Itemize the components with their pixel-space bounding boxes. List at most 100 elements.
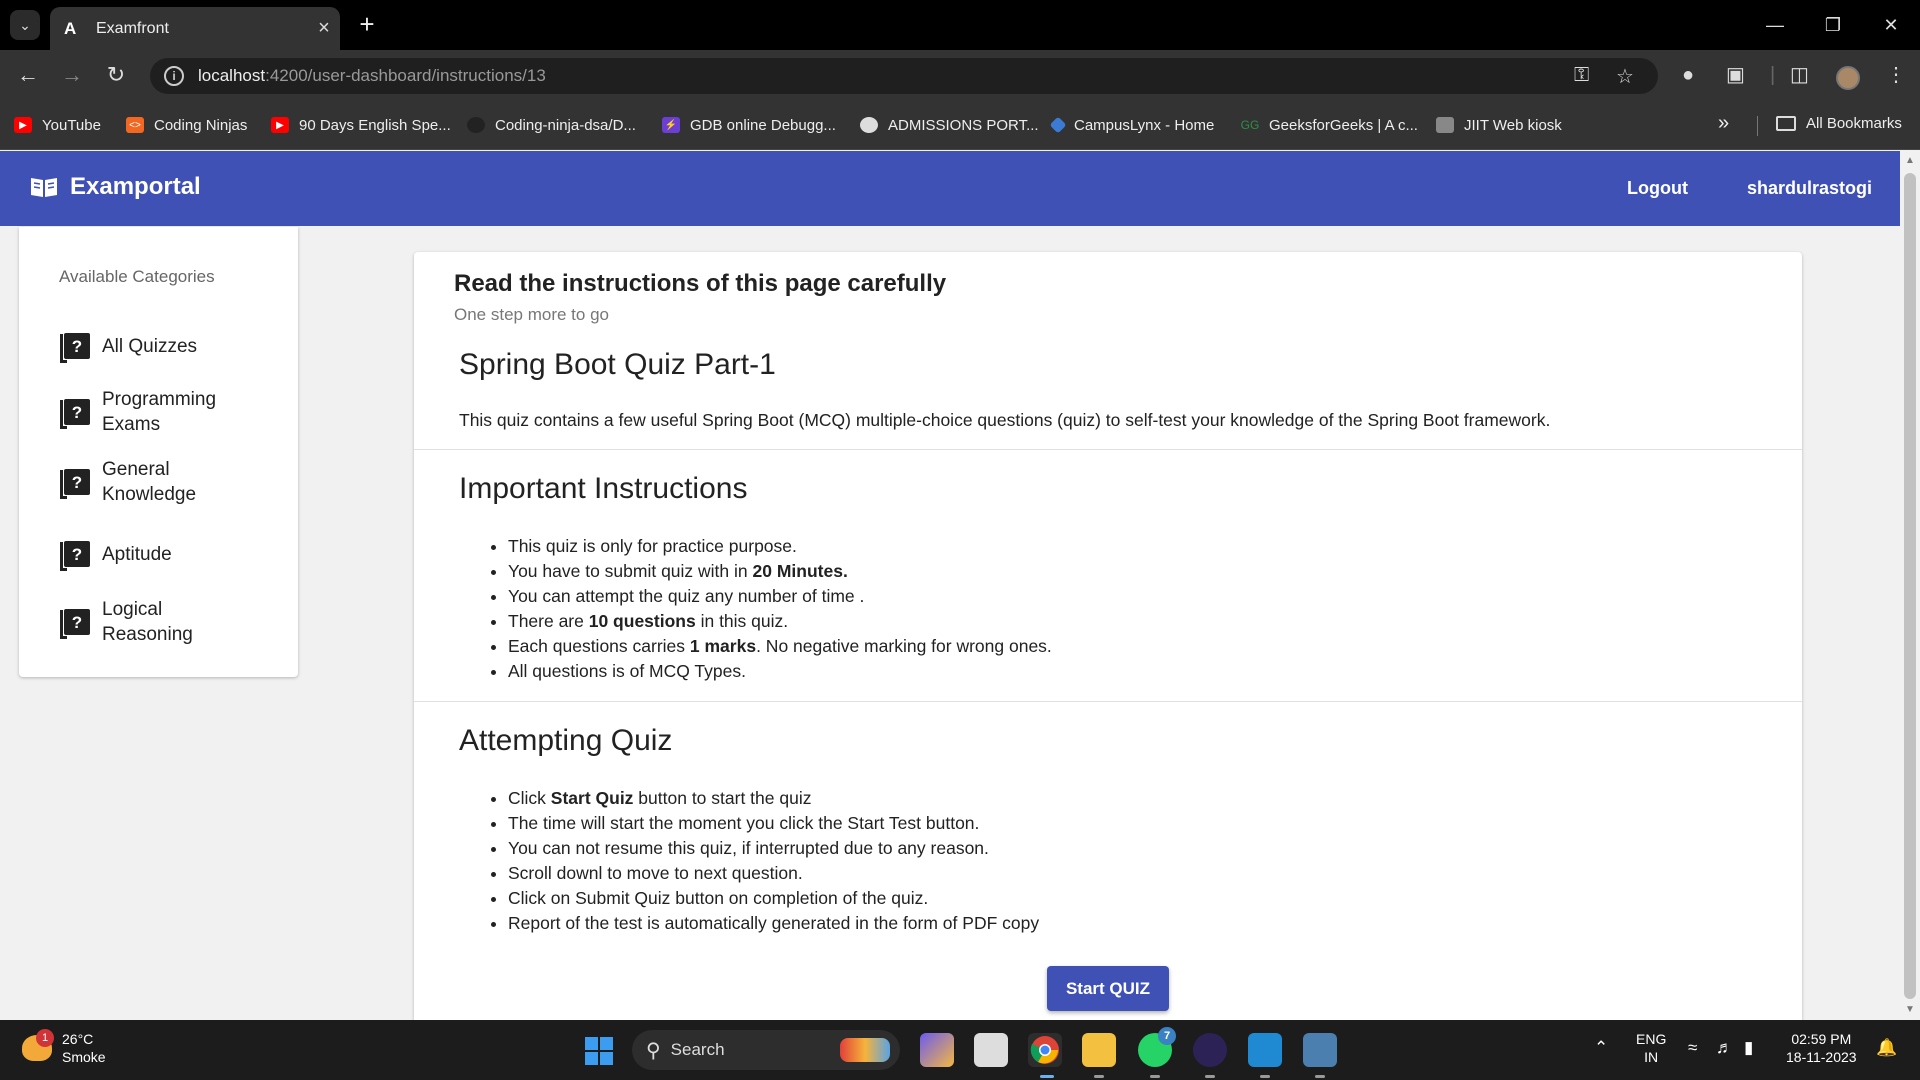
language-indicator[interactable]: ENG IN [1636, 1030, 1666, 1066]
more-bookmarks-icon[interactable]: » [1718, 112, 1729, 135]
profile-avatar[interactable] [1836, 66, 1860, 90]
copilot-icon[interactable] [920, 1033, 954, 1067]
sidebar-item-programming-exams[interactable]: ? Programming Exams [60, 387, 232, 437]
site-info-icon[interactable]: i [164, 66, 184, 86]
campuslynx-icon [1049, 116, 1067, 134]
scroll-thumb[interactable] [1904, 173, 1916, 999]
instruction-text: You can not resume this quiz, if interru… [508, 838, 989, 858]
quiz-icon: ? [60, 609, 90, 639]
bookmark-youtube[interactable]: ▶ YouTube [14, 115, 101, 135]
app-navbar: Examportal Logout shardulrastogi [0, 151, 1900, 226]
bookmark-label: GeeksforGeeks | A c... [1269, 116, 1418, 134]
open-book-icon [31, 178, 57, 197]
instructions-card: Read the instructions of this page caref… [414, 252, 1802, 1020]
divider [414, 449, 1802, 450]
sidebar-item-logical-reasoning[interactable]: ? Logical Reasoning [60, 597, 232, 647]
bookmark-english[interactable]: ▶ 90 Days English Spe... [271, 115, 451, 135]
window-controls: — ❐ ✕ [1746, 0, 1920, 50]
scroll-down-icon[interactable]: ▼ [1905, 1004, 1915, 1015]
quiz-icon: ? [60, 399, 90, 429]
wifi-icon[interactable]: ≈ [1688, 1038, 1697, 1058]
card-title: Read the instructions of this page caref… [454, 270, 947, 297]
app-indicator [1094, 1075, 1104, 1078]
weather-sun-icon: 1 [22, 1029, 54, 1061]
show-hidden-icons-chevron-icon[interactable]: ⌃ [1594, 1038, 1608, 1058]
start-quiz-button[interactable]: Start QUIZ [1047, 966, 1169, 1011]
task-view-icon[interactable] [974, 1033, 1008, 1067]
brand[interactable]: Examportal [30, 173, 201, 201]
bookmark-github[interactable]: Coding-ninja-dsa/D... [467, 115, 636, 135]
bookmark-admissions[interactable]: ADMISSIONS PORT... [860, 115, 1039, 135]
bookmark-label: GDB online Debugg... [690, 116, 836, 134]
scroll-up-icon[interactable]: ▲ [1905, 155, 1915, 166]
bookmark-label: YouTube [42, 116, 101, 134]
notifications-bell-icon[interactable]: 🔔 [1876, 1038, 1897, 1058]
sidebar-item-general-knowledge[interactable]: ? General Knowledge [60, 457, 232, 507]
chrome-icon[interactable] [1028, 1033, 1062, 1067]
weather-widget[interactable]: 1 26°C Smoke [22, 1029, 106, 1066]
app-indicator [1315, 1075, 1325, 1078]
bookmark-label: Coding-ninja-dsa/D... [495, 116, 636, 134]
bookmark-campuslynx[interactable]: CampusLynx - Home [1049, 115, 1214, 135]
close-window-icon[interactable]: ✕ [1862, 0, 1920, 50]
tab-search-button[interactable]: ⌄ [10, 10, 40, 40]
new-tab-button[interactable]: + [352, 9, 382, 39]
address-bar[interactable]: i localhost:4200/user-dashboard/instruct… [150, 58, 1658, 94]
app-indicator [1260, 1075, 1270, 1078]
forward-arrow-icon[interactable]: → [56, 59, 88, 91]
tab-close-icon[interactable]: × [308, 17, 340, 40]
taskbar-search[interactable]: ⚲ Search [632, 1030, 900, 1070]
bookmark-geeksforgeeks[interactable]: GG GeeksforGeeks | A c... [1241, 115, 1418, 135]
instruction-item: You can not resume this quiz, if interru… [508, 836, 1039, 861]
restore-icon[interactable]: ❐ [1804, 0, 1862, 50]
bookmark-label: Coding Ninjas [154, 116, 248, 134]
password-key-icon[interactable]: ⚿ [1574, 64, 1589, 87]
youtube-icon: ▶ [271, 117, 289, 133]
all-bookmarks-button[interactable]: All Bookmarks [1776, 115, 1902, 132]
jiit-icon [1436, 117, 1454, 133]
instruction-text: The time will start the moment you click… [508, 813, 980, 833]
instruction-text: This quiz is only for practice purpose. [508, 536, 797, 556]
sidebar-item-aptitude[interactable]: ? Aptitude [60, 541, 172, 571]
page-scrollbar[interactable]: ▲ ▼ [1900, 151, 1920, 1020]
logout-link[interactable]: Logout [1627, 178, 1688, 199]
date: 18-11-2023 [1786, 1049, 1857, 1065]
instruction-text: . No negative marking for wrong ones. [756, 636, 1052, 656]
instruction-item: This quiz is only for practice purpose. [508, 534, 1052, 559]
eclipse-icon[interactable] [1193, 1033, 1227, 1067]
brand-name: Examportal [70, 173, 201, 200]
sidebar-item-all-quizzes[interactable]: ? All Quizzes [60, 333, 198, 363]
sidebar-item-label: General Knowledge [102, 459, 197, 505]
minimize-icon[interactable]: — [1746, 0, 1804, 50]
instruction-item: Click on Submit Quiz button on completio… [508, 886, 1039, 911]
reload-icon[interactable]: ↻ [100, 59, 132, 91]
angular-favicon-icon: A [64, 18, 77, 38]
important-instructions-heading: Important Instructions [459, 472, 748, 505]
extension-icon[interactable]: ● [1682, 64, 1694, 86]
browser-menu-icon[interactable]: ⋮ [1886, 64, 1906, 86]
mysql-workbench-icon[interactable] [1303, 1033, 1337, 1067]
instruction-text: Click on Submit Quiz button on completio… [508, 888, 929, 908]
back-arrow-icon[interactable]: ← [12, 59, 44, 91]
browser-tab[interactable]: A Examfront × [50, 7, 340, 50]
whatsapp-icon[interactable]: 7 [1138, 1027, 1176, 1067]
bookmark-gdb[interactable]: ⚡ GDB online Debugg... [662, 115, 836, 135]
username-link[interactable]: shardulrastogi [1747, 178, 1872, 199]
bookmark-star-icon[interactable]: ☆ [1616, 64, 1634, 89]
battery-icon[interactable]: ▮ [1744, 1038, 1753, 1058]
windows-start-icon[interactable] [585, 1037, 613, 1065]
vscode-icon[interactable] [1248, 1033, 1282, 1067]
volume-icon[interactable]: ♬ [1716, 1038, 1733, 1058]
instruction-item: Report of the test is automatically gene… [508, 911, 1039, 936]
extensions-puzzle-icon[interactable]: ▣ [1726, 64, 1745, 86]
clock[interactable]: 02:59 PM 18-11-2023 [1786, 1030, 1857, 1066]
browser-tab-strip: ⌄ A Examfront × + — ❐ ✕ [0, 0, 1920, 50]
bookmark-coding-ninjas[interactable]: <> Coding Ninjas [126, 115, 247, 135]
bookmark-jiit[interactable]: JIIT Web kiosk [1436, 115, 1562, 135]
file-explorer-icon[interactable] [1082, 1033, 1116, 1067]
instruction-text: There are [508, 611, 589, 631]
bookmarks-divider [1757, 116, 1758, 136]
sidebar-item-label: All Quizzes [102, 335, 198, 357]
app-indicator [1150, 1075, 1160, 1078]
side-panel-icon[interactable]: ◫ [1790, 64, 1809, 86]
